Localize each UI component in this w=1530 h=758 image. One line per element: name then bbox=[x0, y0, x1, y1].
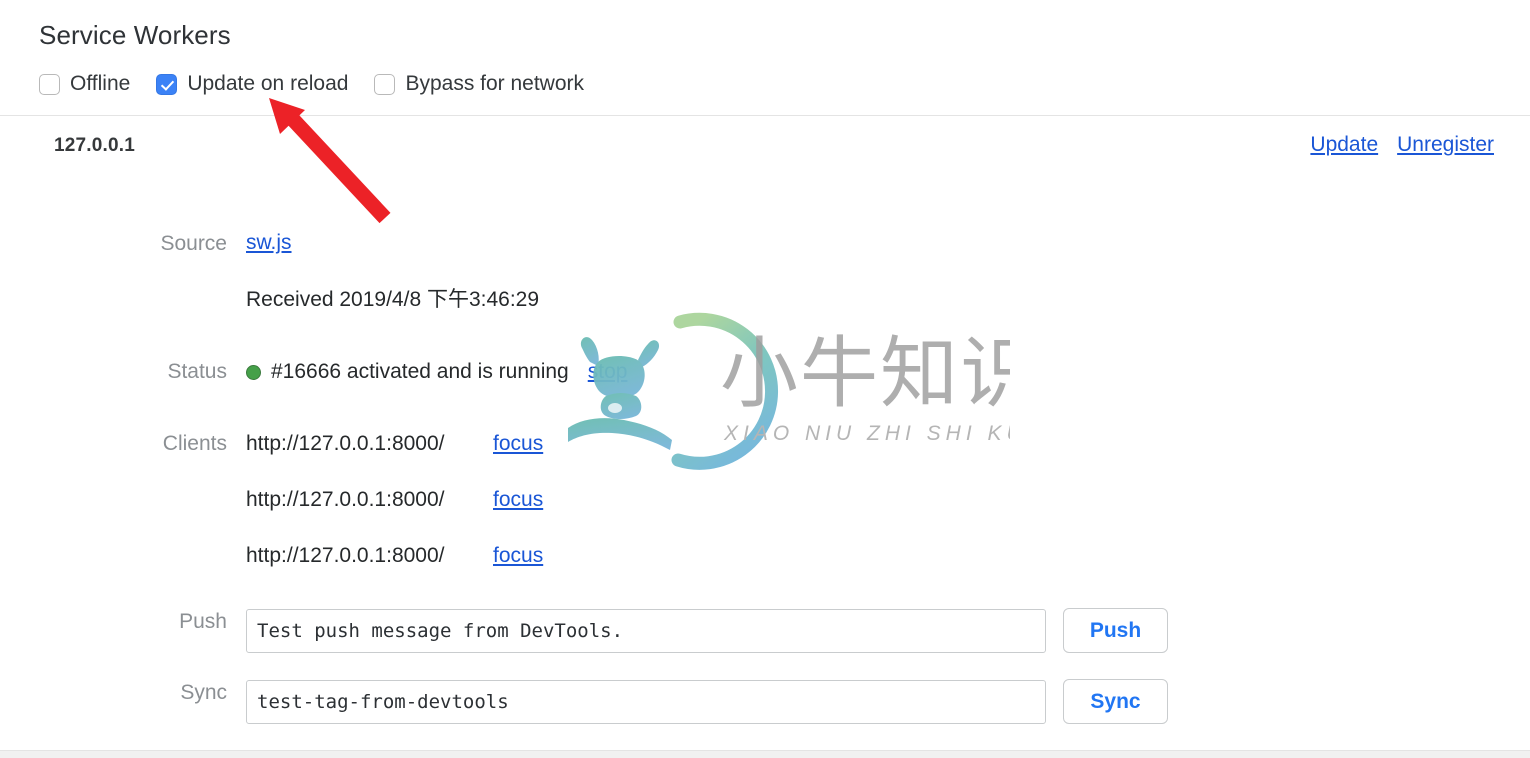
update-link[interactable]: Update bbox=[1310, 132, 1378, 158]
source-script-link[interactable]: sw.js bbox=[246, 230, 292, 256]
checkbox-offline[interactable]: Offline bbox=[39, 72, 130, 96]
update-on-reload-checkbox-box[interactable] bbox=[156, 73, 178, 95]
bottom-strip bbox=[0, 751, 1530, 758]
service-worker-options-toolbar: Offline Update on reload Bypass for netw… bbox=[39, 72, 610, 96]
service-worker-registration: 127.0.0.1 Update Unregister Source sw.js… bbox=[0, 116, 1530, 724]
client-url: http://127.0.0.1:8000/ bbox=[246, 432, 445, 455]
push-label: Push bbox=[179, 610, 227, 633]
status-running-dot-icon bbox=[246, 364, 261, 380]
page-title: Service Workers bbox=[39, 20, 231, 50]
row-client-0: Clients http://127.0.0.1:8000/ focus bbox=[0, 430, 1530, 470]
bypass-for-network-checkbox-box[interactable] bbox=[374, 73, 396, 95]
row-client-1: http://127.0.0.1:8000/ focus bbox=[0, 486, 1530, 526]
checkbox-offline-label: Offline bbox=[70, 72, 131, 95]
push-controls: Push bbox=[246, 608, 1530, 653]
status-label: Status bbox=[167, 360, 227, 383]
received-timestamp: Received 2019/4/8 下午3:46:29 bbox=[246, 288, 540, 311]
sync-tag-input[interactable] bbox=[246, 679, 1046, 724]
unregister-link[interactable]: Unregister bbox=[1397, 132, 1494, 158]
service-workers-header: Service Workers Offline Update on reload… bbox=[0, 0, 1530, 116]
push-message-input[interactable] bbox=[246, 608, 1046, 653]
checkbox-bypass-for-network-label: Bypass for network bbox=[405, 72, 585, 95]
client-focus-link[interactable]: focus bbox=[493, 487, 543, 513]
registration-header: 127.0.0.1 Update Unregister bbox=[0, 116, 1530, 176]
client-url: http://127.0.0.1:8000/ bbox=[246, 488, 445, 511]
registration-origin: 127.0.0.1 bbox=[54, 135, 136, 156]
client-entry: http://127.0.0.1:8000/ focus bbox=[246, 430, 1530, 458]
clients-label: Clients bbox=[162, 432, 227, 455]
client-focus-link[interactable]: focus bbox=[493, 543, 543, 569]
offline-checkbox-box[interactable] bbox=[39, 73, 60, 95]
row-status: Status #16666 activated and is running s… bbox=[0, 358, 1530, 398]
row-sync: Sync Sync bbox=[0, 679, 1530, 724]
client-entry: http://127.0.0.1:8000/ focus bbox=[246, 486, 1530, 514]
sync-button[interactable]: Sync bbox=[1063, 679, 1168, 724]
source-value: sw.js bbox=[246, 230, 1530, 256]
checkbox-update-on-reload[interactable]: Update on reload bbox=[156, 72, 348, 96]
source-label: Source bbox=[160, 232, 227, 255]
client-url: http://127.0.0.1:8000/ bbox=[246, 544, 445, 567]
checkbox-update-on-reload-label: Update on reload bbox=[187, 72, 349, 95]
push-button[interactable]: Push bbox=[1063, 608, 1168, 653]
client-focus-link[interactable]: focus bbox=[493, 431, 543, 457]
sync-label: Sync bbox=[180, 681, 227, 704]
row-push: Push Push bbox=[0, 608, 1530, 653]
client-entry: http://127.0.0.1:8000/ focus bbox=[246, 542, 1530, 570]
checkbox-bypass-for-network[interactable]: Bypass for network bbox=[374, 72, 584, 96]
sync-controls: Sync bbox=[246, 679, 1530, 724]
row-client-2: http://127.0.0.1:8000/ focus bbox=[0, 542, 1530, 582]
row-source: Source sw.js bbox=[0, 230, 1530, 270]
status-text: #16666 activated and is running bbox=[271, 360, 569, 383]
stop-link[interactable]: stop bbox=[588, 359, 628, 385]
row-received: Received 2019/4/8 下午3:46:29 bbox=[0, 286, 1530, 326]
registration-actions: Update Unregister bbox=[1310, 132, 1494, 158]
status-value: #16666 activated and is running stop bbox=[246, 358, 1530, 386]
